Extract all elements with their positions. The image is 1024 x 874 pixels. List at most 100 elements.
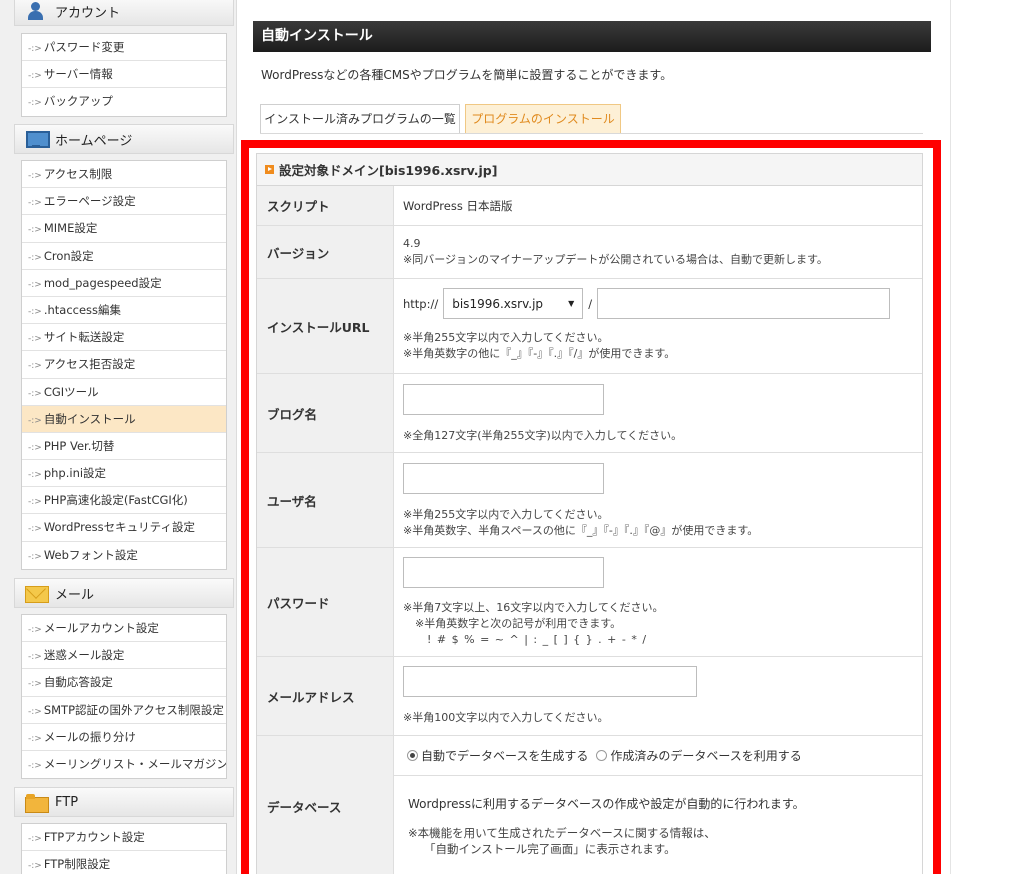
sidebar-item-backup[interactable]: -:> バックアップ (22, 88, 226, 115)
sidebar-item-label: mod_pagespeed設定 (43, 275, 162, 290)
sidebar-item-access-deny[interactable]: -:> アクセス拒否設定 (22, 351, 226, 379)
folder-icon (25, 793, 49, 813)
arrow-icon: -:> (28, 198, 42, 209)
sidebar: アカウント -:> パスワード変更 -:> サーバー情報 -:> バックアップ ホーム… (0, 0, 237, 874)
sidebar-item-php-ini[interactable]: -:> php.ini設定 (22, 460, 226, 488)
arrow-icon: -:> (28, 171, 42, 181)
sidebar-header-label: ホームページ (55, 133, 133, 149)
arrow-icon: -:> (28, 733, 42, 744)
main-content: 自動インストール WordPressなどの各種CMSやプログラムを簡単に設置する… (237, 0, 950, 874)
sidebar-item-label: FTPアカウント設定 (43, 830, 145, 844)
page-title: 自動インストール (253, 21, 931, 52)
sidebar-item-label: エラーページ設定 (43, 194, 136, 209)
sidebar-item-label: アクセス制限 (43, 167, 113, 181)
sidebar-item-server-info[interactable]: -:> サーバー情報 (22, 61, 226, 89)
sidebar-item-ftp-restriction[interactable]: -:> FTP制限設定 (22, 851, 226, 874)
sidebar-item-label: PHP Ver.切替 (43, 438, 115, 453)
arrow-icon: -:> (28, 497, 42, 508)
arrow-icon: -:> (28, 652, 42, 663)
sidebar-item-php-version[interactable]: -:> PHP Ver.切替 (22, 433, 226, 461)
sidebar-item-label: メーリングリスト・メールマガジン (43, 756, 226, 771)
arrow-icon: -:> (28, 470, 42, 481)
arrow-icon: -:> (28, 679, 42, 690)
tab-divider (260, 133, 923, 134)
sidebar-item-auto-install[interactable]: -:> 自動インストール (22, 405, 226, 433)
sidebar-item-label: アクセス拒否設定 (43, 357, 136, 372)
sidebar-item-label: バックアップ (43, 94, 113, 109)
sidebar-header-homepage[interactable]: ホームページ (14, 124, 234, 154)
arrow-icon: -:> (28, 442, 42, 453)
sidebar-item-spam[interactable]: -:> 迷惑メール設定 (22, 642, 226, 670)
arrow-icon: -:> (28, 388, 42, 399)
arrow-icon: -:> (28, 44, 42, 54)
arrow-icon: -:> (28, 524, 42, 535)
arrow-icon: -:> (28, 98, 42, 109)
sidebar-item-mail-filter[interactable]: -:> メールの振り分け (22, 724, 226, 751)
sidebar-item-label: FTP制限設定 (43, 857, 111, 872)
tab-install-program[interactable]: プログラムのインストール (465, 104, 621, 133)
sidebar-item-label: サーバー情報 (43, 67, 113, 82)
arrow-icon: -:> (28, 361, 42, 372)
sidebar-item-site-redirect[interactable]: -:> サイト転送設定 (22, 324, 226, 352)
sidebar-item-label: 自動応答設定 (43, 675, 113, 690)
sidebar-item-label: CGIツール (43, 384, 99, 399)
arrow-icon: -:> (28, 834, 42, 844)
sidebar-item-label: メールの振り分け (43, 729, 136, 744)
sidebar-list-homepage: -:> アクセス制限 -:> エラーページ設定 -:> MIME設定 -:> Cron設… (21, 160, 227, 570)
monitor-icon (25, 130, 50, 148)
arrow-icon: -:> (28, 225, 42, 236)
tab-installed-programs[interactable]: インストール済みプログラムの一覧 (260, 104, 460, 133)
sidebar-item-mail-account[interactable]: -:> メールアカウント設定 (22, 615, 226, 643)
sidebar-item-htaccess[interactable]: -:> .htaccess編集 (22, 297, 226, 325)
sidebar-item-web-fonts[interactable]: -:> Webフォント設定 (22, 542, 226, 569)
page-description: WordPressなどの各種CMSやプログラムを簡単に設置することができます。 (261, 68, 673, 82)
sidebar-item-password-change[interactable]: -:> パスワード変更 (22, 34, 226, 62)
sidebar-header-ftp[interactable]: FTP (14, 787, 234, 817)
sidebar-item-php-fastcgi[interactable]: -:> PHP高速化設定(FastCGI化) (22, 487, 226, 515)
right-margin (950, 0, 1024, 874)
arrow-icon: -:> (28, 861, 42, 872)
sidebar-item-error-page[interactable]: -:> エラーページ設定 (22, 188, 226, 216)
arrow-icon: -:> (28, 625, 42, 635)
arrow-icon: -:> (28, 334, 42, 345)
sidebar-item-label: メールアカウント設定 (43, 621, 159, 635)
sidebar-item-label: SMTP認証の国外アクセス制限設定 (43, 702, 224, 717)
sidebar-list-ftp: -:> FTPアカウント設定 -:> FTP制限設定 (21, 823, 227, 874)
sidebar-item-cgi-tools[interactable]: -:> CGIツール (22, 379, 226, 406)
sidebar-header-label: FTP (55, 794, 79, 810)
sidebar-item-auto-reply[interactable]: -:> 自動応答設定 (22, 669, 226, 697)
sidebar-item-label: サイト転送設定 (43, 330, 125, 345)
sidebar-item-mailing-list[interactable]: -:> メーリングリスト・メールマガジン (22, 751, 226, 778)
sidebar-list-account: -:> パスワード変更 -:> サーバー情報 -:> バックアップ (21, 33, 227, 117)
sidebar-item-label: php.ini設定 (43, 466, 107, 481)
mail-icon (25, 584, 49, 603)
sidebar-header-label: アカウント (55, 5, 121, 21)
sidebar-item-mod-pagespeed[interactable]: -:> mod_pagespeed設定 (22, 270, 226, 297)
sidebar-item-label: PHP高速化設定(FastCGI化) (43, 493, 188, 508)
person-icon (25, 2, 47, 20)
arrow-icon: -:> (28, 415, 42, 426)
arrow-icon: -:> (28, 71, 42, 82)
sidebar-header-label: メール (55, 587, 95, 603)
sidebar-item-wp-security[interactable]: -:> WordPressセキュリティ設定 (22, 514, 226, 542)
sidebar-item-access-restriction[interactable]: -:> アクセス制限 (22, 161, 226, 189)
sidebar-item-label: WordPressセキュリティ設定 (43, 520, 195, 535)
sidebar-header-account[interactable]: アカウント (14, 0, 234, 26)
sidebar-item-smtp-restriction[interactable]: -:> SMTP認証の国外アクセス制限設定 (22, 697, 226, 724)
sidebar-item-label: 自動インストール (43, 411, 136, 426)
arrow-icon: -:> (28, 279, 42, 290)
sidebar-item-cron[interactable]: -:> Cron設定 (22, 243, 226, 270)
sidebar-header-mail[interactable]: メール (14, 578, 234, 608)
arrow-icon: -:> (28, 306, 42, 317)
sidebar-item-ftp-account[interactable]: -:> FTPアカウント設定 (22, 824, 226, 852)
highlight-frame (241, 140, 941, 874)
sidebar-item-mime[interactable]: -:> MIME設定 (22, 215, 226, 243)
arrow-icon: -:> (28, 760, 42, 771)
sidebar-item-label: パスワード変更 (43, 40, 125, 54)
sidebar-item-label: Webフォント設定 (43, 547, 138, 562)
arrow-icon: -:> (28, 252, 42, 263)
arrow-icon: -:> (28, 706, 42, 717)
sidebar-item-label: 迷惑メール設定 (43, 648, 125, 663)
sidebar-item-label: Cron設定 (43, 248, 94, 263)
sidebar-item-label: MIME設定 (43, 221, 98, 236)
